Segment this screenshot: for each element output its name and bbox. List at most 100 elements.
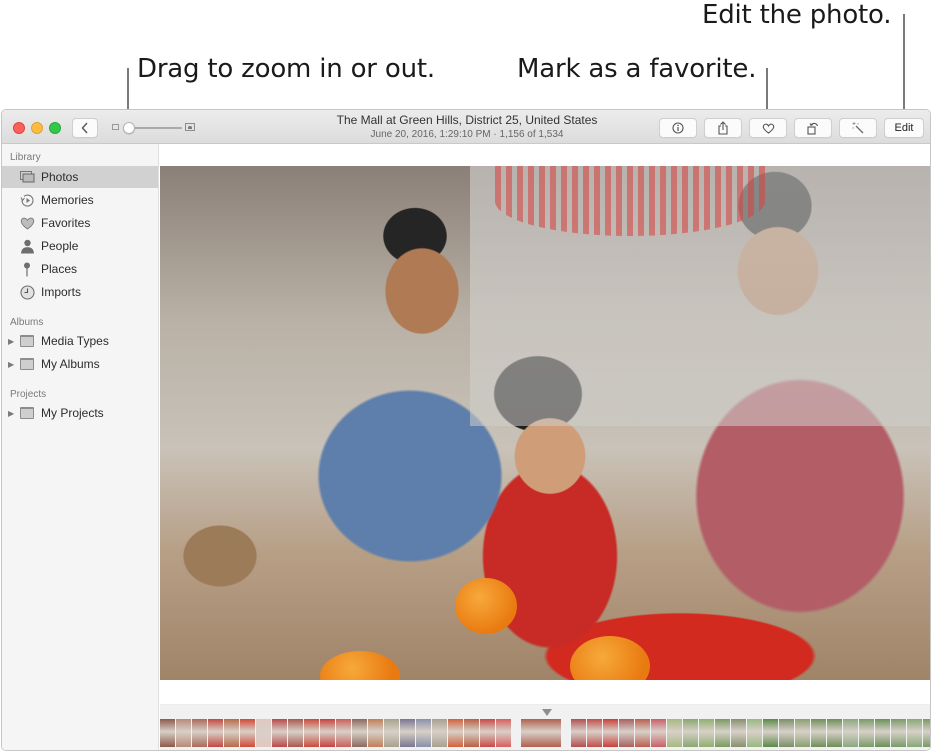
filmstrip-area xyxy=(160,704,930,750)
photo-orange xyxy=(455,578,517,634)
sidebar-item-media-types[interactable]: ▶ Media Types xyxy=(2,330,158,352)
info-icon xyxy=(672,122,684,134)
zoom-slider[interactable] xyxy=(110,119,198,137)
sidebar-item-photos[interactable]: Photos xyxy=(2,166,158,188)
rotate-button[interactable] xyxy=(794,118,832,138)
folder-icon xyxy=(18,356,36,372)
sidebar-item-my-albums[interactable]: ▶ My Albums xyxy=(2,353,158,375)
filmstrip-thumbnail[interactable] xyxy=(747,719,762,747)
sidebar-item-label: My Albums xyxy=(41,357,100,371)
disclosure-triangle-icon[interactable]: ▶ xyxy=(8,360,14,369)
filmstrip-thumbnail[interactable] xyxy=(160,719,175,747)
filmstrip-thumbnail[interactable] xyxy=(400,719,415,747)
back-button[interactable] xyxy=(72,118,98,138)
sidebar-item-imports[interactable]: Imports xyxy=(2,281,158,303)
filmstrip-thumbnail[interactable] xyxy=(320,719,335,747)
filmstrip-thumbnail[interactable] xyxy=(795,719,810,747)
callout-edit-line xyxy=(903,14,905,120)
filmstrip-thumbnail[interactable] xyxy=(587,719,602,747)
share-button[interactable] xyxy=(704,118,742,138)
filmstrip-thumbnail[interactable] xyxy=(683,719,698,747)
close-window-button[interactable] xyxy=(13,122,25,134)
filmstrip-thumbnail[interactable] xyxy=(859,719,874,747)
filmstrip-thumbnail[interactable] xyxy=(571,719,586,747)
filmstrip-thumbnail[interactable] xyxy=(256,719,271,747)
disclosure-triangle-icon[interactable]: ▶ xyxy=(8,409,14,418)
photo-date-count: June 20, 2016, 1:29:10 PM · 1,156 of 1,5… xyxy=(370,129,564,140)
filmstrip-current-thumbnail[interactable] xyxy=(521,719,561,747)
filmstrip[interactable] xyxy=(160,719,930,747)
photo-red-streamers xyxy=(495,166,765,236)
filmstrip-thumbnail[interactable] xyxy=(667,719,682,747)
filmstrip-thumbnail[interactable] xyxy=(208,719,223,747)
info-button[interactable] xyxy=(659,118,697,138)
filmstrip-thumbnail[interactable] xyxy=(240,719,255,747)
filmstrip-thumbnail[interactable] xyxy=(416,719,431,747)
filmstrip-thumbnail[interactable] xyxy=(827,719,842,747)
filmstrip-thumbnail[interactable] xyxy=(731,719,746,747)
heart-icon xyxy=(762,123,774,134)
folder-icon xyxy=(18,333,36,349)
photo-orange xyxy=(570,636,650,680)
filmstrip-thumbnail[interactable] xyxy=(763,719,778,747)
filmstrip-thumbnail[interactable] xyxy=(635,719,650,747)
sidebar-item-label: People xyxy=(41,239,79,253)
zoom-slider-track[interactable] xyxy=(130,127,182,129)
filmstrip-thumbnail[interactable] xyxy=(496,719,511,747)
sidebar-item-memories[interactable]: Memories xyxy=(2,189,158,211)
favorite-button[interactable] xyxy=(749,118,787,138)
filmstrip-thumbnail[interactable] xyxy=(336,719,351,747)
fullscreen-window-button[interactable] xyxy=(49,122,61,134)
filmstrip-thumbnail[interactable] xyxy=(603,719,618,747)
filmstrip-thumbnail[interactable] xyxy=(192,719,207,747)
sidebar-item-label: Memories xyxy=(41,193,94,207)
filmstrip-thumbnail[interactable] xyxy=(715,719,730,747)
filmstrip-thumbnail[interactable] xyxy=(432,719,447,747)
edit-button[interactable]: Edit xyxy=(884,118,924,138)
clock-icon xyxy=(18,284,36,300)
filmstrip-thumbnail[interactable] xyxy=(875,719,890,747)
filmstrip-thumbnail[interactable] xyxy=(843,719,858,747)
filmstrip-thumbnail[interactable] xyxy=(619,719,634,747)
sidebar-item-my-projects[interactable]: ▶ My Projects xyxy=(2,402,158,424)
filmstrip-thumbnail[interactable] xyxy=(272,719,287,747)
filmstrip-thumbnail[interactable] xyxy=(699,719,714,747)
filmstrip-thumbnail[interactable] xyxy=(368,719,383,747)
zoom-slider-knob[interactable] xyxy=(123,122,135,134)
sidebar-item-label: Favorites xyxy=(41,216,91,230)
filmstrip-thumbnail[interactable] xyxy=(811,719,826,747)
filmstrip-thumbnail[interactable] xyxy=(779,719,794,747)
photo-info-title: The Mall at Green Hills, District 25, Un… xyxy=(282,113,652,141)
filmstrip-thumbnail[interactable] xyxy=(176,719,191,747)
filmstrip-thumbnail[interactable] xyxy=(923,719,930,747)
callout-zoom: Drag to zoom in or out. xyxy=(137,54,435,84)
filmstrip-thumbnail[interactable] xyxy=(352,719,367,747)
enhance-button[interactable] xyxy=(839,118,877,138)
filmstrip-thumbnail[interactable] xyxy=(480,719,495,747)
filmstrip-thumbnail[interactable] xyxy=(464,719,479,747)
sidebar-item-people[interactable]: People xyxy=(2,235,158,257)
sidebar-item-label: Places xyxy=(41,262,78,276)
large-thumbnail-icon xyxy=(185,123,195,131)
magic-wand-icon xyxy=(852,122,864,134)
albums-section-header: Albums xyxy=(10,317,44,328)
photos-icon xyxy=(18,169,36,185)
filmstrip-thumbnail[interactable] xyxy=(224,719,239,747)
filmstrip-thumbnail[interactable] xyxy=(304,719,319,747)
pin-icon xyxy=(18,261,36,277)
filmstrip-thumbnail[interactable] xyxy=(448,719,463,747)
minimize-window-button[interactable] xyxy=(31,122,43,134)
toolbar: The Mall at Green Hills, District 25, Un… xyxy=(2,110,930,144)
sidebar-item-label: Photos xyxy=(41,170,79,184)
filmstrip-thumbnail[interactable] xyxy=(891,719,906,747)
sidebar-item-favorites[interactable]: Favorites xyxy=(2,212,158,234)
current-photo-marker-icon xyxy=(542,709,552,716)
filmstrip-thumbnail[interactable] xyxy=(384,719,399,747)
photo-image[interactable] xyxy=(160,166,930,680)
sidebar-item-places[interactable]: Places xyxy=(2,258,158,280)
disclosure-triangle-icon[interactable]: ▶ xyxy=(8,337,14,346)
small-thumbnail-icon xyxy=(112,124,119,130)
filmstrip-thumbnail[interactable] xyxy=(288,719,303,747)
filmstrip-thumbnail[interactable] xyxy=(651,719,666,747)
filmstrip-thumbnail[interactable] xyxy=(907,719,922,747)
